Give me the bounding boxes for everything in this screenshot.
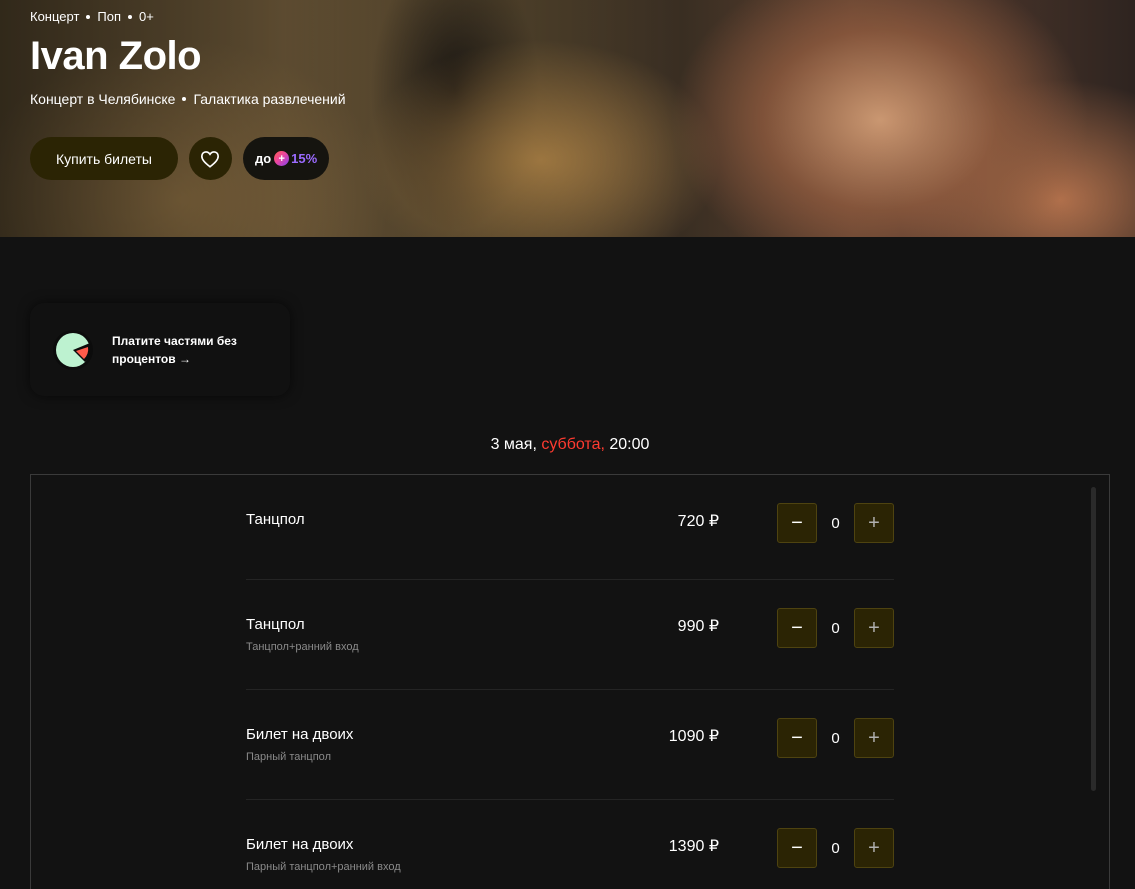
plus-icon: + — [274, 151, 290, 166]
session-time: 20:00 — [609, 436, 650, 453]
ticket-name: Танцпол — [246, 511, 305, 528]
increase-button[interactable]: + — [854, 828, 894, 868]
tag-age: 0+ — [139, 9, 154, 24]
session-date: 3 мая, суббота, 20:00 — [0, 436, 1135, 454]
split-payment-icon — [53, 329, 93, 370]
ticket-name: Танцпол — [246, 616, 305, 633]
heart-icon — [201, 150, 220, 168]
buy-tickets-button[interactable]: Купить билеты — [30, 137, 178, 180]
hero-actions: Купить билеты до + 15% — [30, 137, 346, 180]
installments-text: Платите частями без процентов → — [112, 333, 237, 366]
quantity-value: 0 — [831, 729, 840, 747]
installments-promo[interactable]: Платите частями без процентов → — [30, 303, 290, 396]
decrease-button[interactable]: − — [777, 608, 817, 648]
tag-separator — [128, 14, 133, 19]
subtitle-separator — [182, 97, 187, 101]
quantity-stepper: − 0 + — [777, 828, 894, 868]
ticket-row: Билет на двоих Парный танцпол 1090 ₽ − 0… — [246, 689, 894, 799]
ticket-name: Билет на двоих — [246, 726, 354, 743]
decrease-button[interactable]: − — [777, 718, 817, 758]
favorite-button[interactable] — [188, 137, 232, 180]
session-weekday: суббота, — [541, 436, 605, 453]
event-city[interactable]: Концерт в Челябинске — [30, 91, 175, 107]
quantity-value: 0 — [831, 514, 840, 532]
increase-button[interactable]: + — [854, 503, 894, 543]
plus-percent: 15% — [291, 151, 318, 166]
ticket-description: Парный танцпол+ранний вход — [246, 861, 401, 873]
ticket-row: Танцпол Танцпол+ранний вход 990 ₽ − 0 + — [246, 579, 894, 689]
tag-genre-type: Концерт — [30, 9, 80, 24]
ticket-list: Танцпол 720 ₽ − 0 + Танцпол Танцпол+ранн… — [30, 474, 1110, 889]
quantity-value: 0 — [831, 619, 840, 637]
ticket-row: Билет на двоих Парный танцпол+ранний вхо… — [246, 799, 894, 889]
increase-button[interactable]: + — [854, 718, 894, 758]
tag-genre: Поп — [97, 9, 122, 24]
tag-separator — [86, 14, 91, 19]
ticket-price: 720 ₽ — [677, 513, 719, 530]
quantity-stepper: − 0 + — [777, 718, 894, 758]
ticket-price: 1090 ₽ — [668, 728, 719, 745]
event-hero: Концерт Поп 0+ Ivan Zolo Концерт в Челяб… — [0, 0, 1135, 237]
event-venue[interactable]: Галактика развлечений — [193, 91, 345, 107]
ticket-name: Билет на двоих — [246, 836, 354, 853]
event-subtitle: Концерт в Челябинске Галактика развлечен… — [30, 91, 346, 107]
event-title: Ivan Zolo — [30, 34, 202, 78]
quantity-stepper: − 0 + — [777, 503, 894, 543]
ticket-price: 990 ₽ — [677, 618, 719, 635]
hero-content: Концерт Поп 0+ Ivan Zolo Концерт в Челяб… — [30, 0, 346, 180]
decrease-button[interactable]: − — [777, 828, 817, 868]
ticket-description: Парный танцпол — [246, 751, 331, 763]
plus-cashback-badge[interactable]: до + 15% — [242, 137, 330, 180]
increase-button[interactable]: + — [854, 608, 894, 648]
ticket-price: 1390 ₽ — [668, 838, 719, 855]
quantity-stepper: − 0 + — [777, 608, 894, 648]
ticket-row: Танцпол 720 ₽ − 0 + — [246, 475, 894, 585]
quantity-value: 0 — [831, 839, 840, 857]
session-day: 3 мая, — [490, 436, 537, 453]
ticket-description: Танцпол+ранний вход — [246, 641, 359, 653]
ticket-list-scrollbar[interactable] — [1091, 487, 1096, 791]
plus-prefix: до — [254, 151, 272, 166]
decrease-button[interactable]: − — [777, 503, 817, 543]
event-tags: Концерт Поп 0+ — [30, 9, 346, 24]
